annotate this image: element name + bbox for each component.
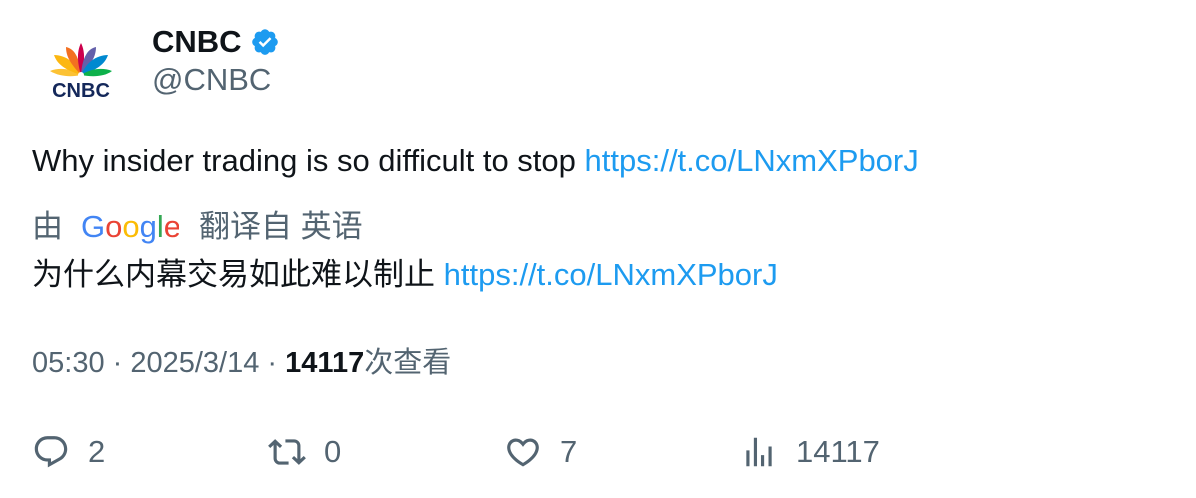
meta-separator: ·	[259, 347, 286, 379]
tweet-text: Why insider trading is so difficult to s…	[32, 142, 919, 180]
tweet-body: Why insider trading is so difficult to s…	[32, 143, 585, 178]
retweet-count: 0	[324, 434, 342, 469]
account-name-row[interactable]: CNBC	[152, 24, 280, 60]
action-bar: 2 0 7 14117	[0, 430, 1196, 476]
like-button[interactable]: 7	[504, 430, 577, 474]
retweet-button[interactable]: 0	[268, 430, 341, 474]
google-logo-icon: Google	[81, 209, 179, 244]
view-count: 14117	[285, 347, 365, 379]
tweet-time[interactable]: 05:30	[32, 347, 105, 379]
tweet-date[interactable]: 2025/3/14	[130, 347, 259, 379]
tweet-meta: 05:30 · 2025/3/14 · 14117次查看	[32, 344, 451, 382]
reply-count: 2	[88, 434, 106, 469]
views-count: 14117	[796, 434, 880, 469]
view-count-label: 次查看	[364, 347, 452, 379]
translation-attribution: 由 Google 翻译自 英语	[32, 208, 363, 246]
analytics-icon	[746, 437, 772, 467]
logo-wordmark: CNBC	[52, 80, 110, 101]
account-name[interactable]: CNBC	[152, 24, 242, 60]
translation-prefix: 由	[32, 209, 63, 244]
reply-icon	[34, 436, 68, 468]
translated-link[interactable]: https://t.co/LNxmXPborJ	[444, 257, 778, 292]
avatar[interactable]: CNBC	[40, 37, 122, 102]
meta-separator: ·	[104, 347, 131, 379]
svg-text:Google: Google	[81, 209, 179, 244]
reply-button[interactable]: 2	[32, 430, 105, 474]
views-button[interactable]: 14117	[740, 430, 880, 474]
heart-icon	[507, 438, 539, 467]
like-count: 7	[560, 434, 578, 469]
translated-body: 为什么内幕交易如此难以制止	[32, 257, 444, 292]
tweet-link[interactable]: https://t.co/LNxmXPborJ	[585, 143, 919, 178]
verified-badge-icon	[251, 29, 278, 55]
cnbc-peacock-logo: CNBC	[50, 43, 112, 102]
translation-source-label[interactable]: 翻译自 英语	[199, 208, 363, 246]
retweet-icon	[268, 439, 306, 465]
translated-tweet-text: 为什么内幕交易如此难以制止 https://t.co/LNxmXPborJ	[32, 256, 778, 294]
account-handle[interactable]: @CNBC	[152, 62, 271, 98]
